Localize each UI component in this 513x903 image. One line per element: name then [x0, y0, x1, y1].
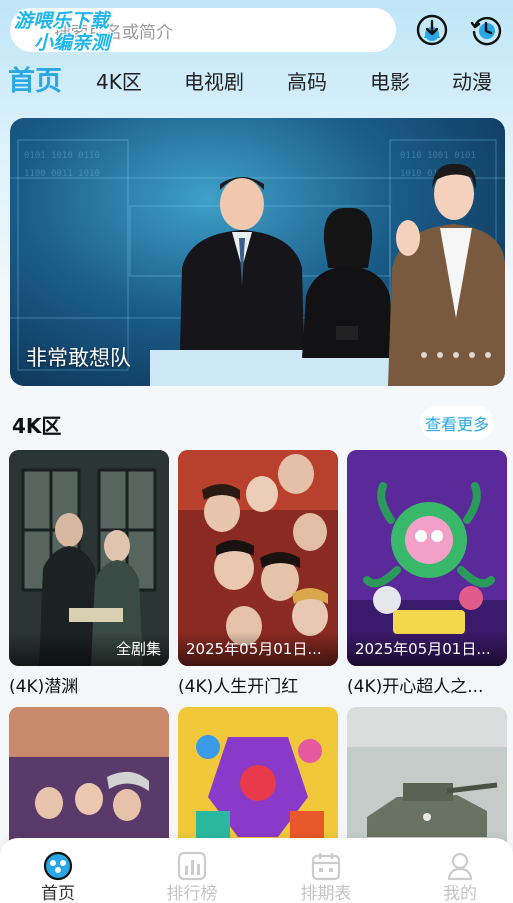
schedule-icon	[311, 853, 341, 881]
view-more-button[interactable]: 查看更多	[420, 406, 494, 440]
carousel-dot[interactable]	[437, 352, 443, 358]
tab-high-bitrate[interactable]: 高码	[287, 62, 327, 102]
card-title: (4K)潜渊	[9, 677, 79, 697]
card-title: (4K)人生开门红	[178, 677, 299, 697]
watermark-line1: 游喂乐下载	[14, 10, 110, 32]
carousel-dot[interactable]	[453, 352, 459, 358]
carousel-indicator	[421, 352, 491, 358]
nav-label: 排期表	[300, 884, 352, 903]
nav-label: 排行榜	[166, 884, 218, 903]
category-tabs: 首页 4K区 电视剧 高码 电影 动漫	[0, 62, 513, 102]
nav-label: 我的	[443, 884, 477, 903]
poster-caption: 全剧集	[9, 632, 169, 666]
profile-icon	[447, 852, 473, 881]
section-title: 4K区	[12, 414, 62, 438]
history-icon[interactable]	[470, 14, 502, 46]
svg-text:1100 0011 1010: 1100 0011 1010	[24, 169, 100, 179]
tab-home[interactable]: 首页	[8, 62, 62, 102]
bottom-navigation: 首页 排行榜 排期表 我的	[0, 838, 513, 903]
ranking-icon	[177, 851, 207, 881]
carousel-dot[interactable]	[469, 352, 475, 358]
tab-movies[interactable]: 电影	[370, 62, 410, 102]
nav-label: 首页	[41, 884, 75, 903]
nav-schedule[interactable]: 排期表	[276, 838, 376, 903]
tab-4k[interactable]: 4K区	[96, 62, 142, 102]
carousel-dot[interactable]	[421, 352, 427, 358]
tab-anime[interactable]: 动漫	[452, 62, 492, 102]
poster-image: 2025年05月01日...	[347, 450, 507, 666]
download-icon[interactable]	[416, 14, 448, 46]
nav-ranking[interactable]: 排行榜	[142, 838, 242, 903]
svg-text:0101 1010 0110: 0101 1010 0110	[24, 151, 100, 161]
watermark-logo: 游喂乐下载 小编亲测	[14, 10, 110, 54]
poster-image: 2025年05月01日...	[178, 450, 338, 666]
carousel-dot[interactable]	[485, 352, 491, 358]
watermark-line2: 小编亲测	[34, 32, 111, 54]
tab-tv-series[interactable]: 电视剧	[184, 62, 244, 102]
nav-profile[interactable]: 我的	[410, 838, 510, 903]
svg-text:0110 1001 0101: 0110 1001 0101	[400, 151, 476, 161]
home-icon	[43, 851, 73, 881]
card-title: (4K)开心超人之...	[347, 677, 484, 697]
poster-caption: 2025年05月01日...	[347, 632, 507, 666]
poster-caption: 2025年05月01日...	[178, 632, 338, 666]
banner-title: 非常敢想队	[26, 346, 131, 370]
poster-image: 全剧集	[9, 450, 169, 666]
hero-banner[interactable]: 0101 1010 0110 1100 0011 1010 0110 1001 …	[10, 118, 505, 386]
nav-home[interactable]: 首页	[8, 838, 108, 903]
